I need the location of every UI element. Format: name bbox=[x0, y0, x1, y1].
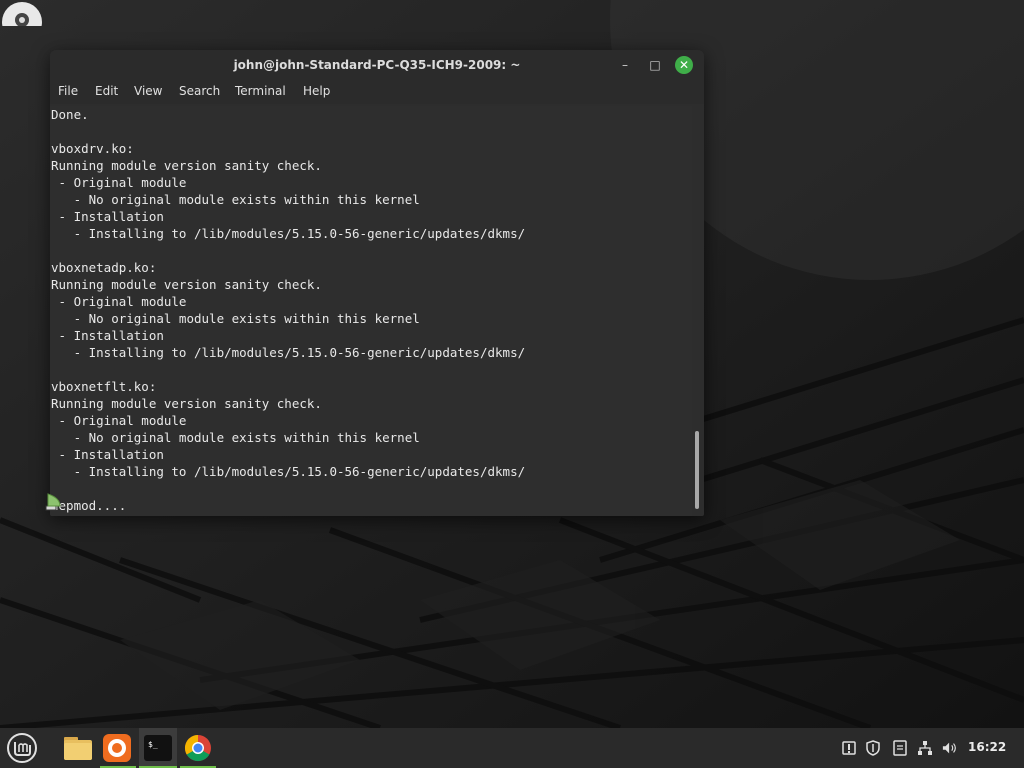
svg-text:$_: $_ bbox=[148, 740, 158, 749]
terminal-task-button[interactable]: $_ bbox=[139, 728, 177, 768]
terminal-icon: $_ bbox=[144, 735, 172, 761]
shield-icon[interactable] bbox=[865, 740, 881, 756]
volume-icon[interactable] bbox=[942, 740, 958, 756]
notes-icon[interactable] bbox=[892, 740, 908, 756]
chrome-icon[interactable] bbox=[180, 728, 216, 768]
mouse-cursor-icon bbox=[45, 493, 61, 511]
window-title: john@john-Standard-PC-Q35-ICH9-2009: ~ bbox=[233, 58, 521, 72]
scrollbar[interactable] bbox=[694, 106, 702, 516]
menu-icon[interactable] bbox=[4, 728, 40, 768]
menu-help[interactable]: Help bbox=[303, 84, 330, 98]
terminal-window[interactable]: john@john-Standard-PC-Q35-ICH9-2009: ~ –… bbox=[50, 50, 704, 516]
menu-terminal[interactable]: Terminal bbox=[235, 84, 286, 98]
close-button[interactable]: ✕ bbox=[675, 56, 693, 74]
disc-icon[interactable] bbox=[0, 0, 44, 26]
terminal-output: Done. vboxdrv.ko: Running module version… bbox=[51, 107, 526, 513]
menu-bar: File Edit View Search Terminal Help bbox=[50, 80, 704, 104]
taskbar: $_ 16:22 bbox=[0, 728, 1024, 768]
clock[interactable]: 16:22 bbox=[968, 740, 1006, 754]
menu-edit[interactable]: Edit bbox=[95, 84, 118, 98]
scroll-thumb[interactable] bbox=[695, 431, 699, 509]
files-icon[interactable] bbox=[60, 728, 96, 768]
terminal-output-area[interactable]: Done. vboxdrv.ko: Running module version… bbox=[50, 106, 692, 516]
minimize-button[interactable]: – bbox=[616, 56, 634, 74]
title-bar[interactable]: john@john-Standard-PC-Q35-ICH9-2009: ~ –… bbox=[50, 50, 704, 80]
menu-view[interactable]: View bbox=[134, 84, 162, 98]
maximize-button[interactable]: □ bbox=[646, 56, 664, 74]
firefox-icon[interactable] bbox=[100, 728, 136, 768]
menu-file[interactable]: File bbox=[58, 84, 78, 98]
menu-search[interactable]: Search bbox=[179, 84, 220, 98]
update-manager-icon[interactable] bbox=[841, 740, 857, 756]
network-icon[interactable] bbox=[917, 740, 933, 756]
